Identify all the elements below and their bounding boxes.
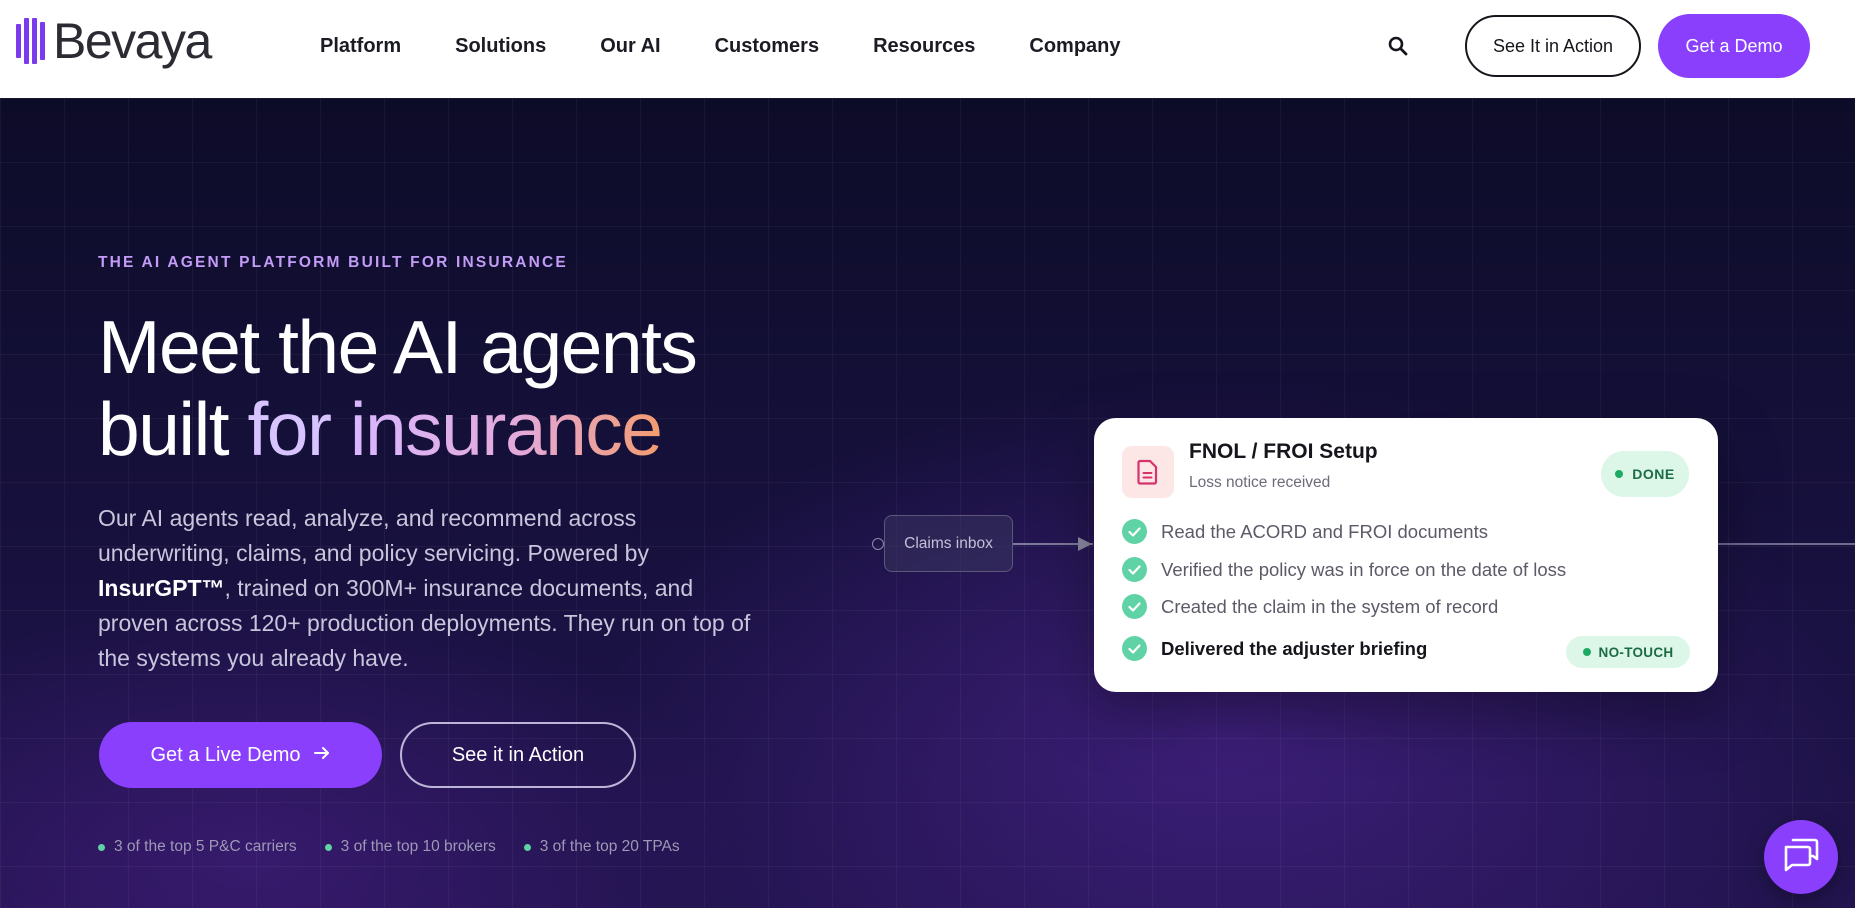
claims-inbox-node: Claims inbox: [884, 515, 1013, 572]
status-badge-label: DONE: [1632, 466, 1675, 482]
chat-widget-button[interactable]: [1764, 820, 1838, 894]
flow-connector-right: [1718, 543, 1855, 545]
no-touch-badge: NO-TOUCH: [1566, 636, 1690, 668]
stat-label: 3 of the top 5 P&C carriers: [114, 838, 297, 855]
stat-item: 3 of the top 20 TPAs: [523, 838, 680, 856]
headline-built: built: [98, 387, 248, 471]
stat-item: 3 of the top 10 brokers: [324, 838, 496, 856]
task-step: Created the claim in the system of recor…: [1122, 594, 1498, 619]
check-circle-icon: [1122, 557, 1147, 582]
nav-item-our-ai[interactable]: Our AI: [600, 35, 660, 58]
hero-eyebrow: THE AI AGENT PLATFORM BUILT FOR INSURANC…: [98, 254, 568, 271]
task-step-label: Created the claim in the system of recor…: [1161, 595, 1499, 617]
bullet-dot-icon: [523, 843, 531, 851]
flow-start-dot: [872, 538, 884, 550]
task-step-label: Delivered the adjuster briefing: [1161, 637, 1428, 659]
task-step-label: Verified the policy was in force on the …: [1161, 558, 1567, 580]
social-proof-stats: 3 of the top 5 P&C carriers 3 of the top…: [98, 838, 680, 856]
headline-line-1: Meet the AI agents: [98, 305, 698, 389]
search-icon[interactable]: [1387, 35, 1409, 57]
main-nav: Platform Solutions Our AI Customers Reso…: [320, 0, 1121, 92]
see-it-in-action-hero-button[interactable]: See it in Action: [400, 722, 636, 788]
task-step-label: Read the ACORD and FROI documents: [1161, 520, 1488, 542]
document-icon: [1122, 446, 1174, 498]
get-live-demo-button[interactable]: Get a Live Demo: [99, 722, 382, 788]
hero-description: Our AI agents read, analyze, and recomme…: [98, 501, 758, 676]
task-step-final: Delivered the adjuster briefing: [1122, 636, 1427, 661]
description-part-1: Our AI agents read, analyze, and recomme…: [98, 505, 649, 566]
nav-item-company[interactable]: Company: [1029, 35, 1120, 58]
card-subtitle: Loss notice received: [1189, 474, 1331, 491]
description-insurgpt: InsurGPT™: [98, 575, 225, 601]
headline-insurance: insurance: [349, 387, 663, 471]
stat-item: 3 of the top 5 P&C carriers: [98, 838, 297, 856]
task-step: Verified the policy was in force on the …: [1122, 557, 1566, 582]
task-step: Read the ACORD and FROI documents: [1122, 519, 1488, 544]
nav-item-platform[interactable]: Platform: [320, 35, 401, 58]
get-live-demo-label: Get a Live Demo: [150, 743, 301, 766]
nav-item-customers[interactable]: Customers: [715, 35, 819, 58]
card-title: FNOL / FROI Setup: [1189, 440, 1378, 463]
status-badge: DONE: [1601, 451, 1689, 497]
hero-section: THE AI AGENT PLATFORM BUILT FOR INSURANC…: [0, 98, 1855, 908]
get-a-demo-button[interactable]: Get a Demo: [1658, 14, 1810, 78]
status-dot-icon: [1582, 648, 1591, 656]
check-circle-icon: [1122, 594, 1147, 619]
check-circle-icon: [1122, 519, 1147, 544]
flow-arrow-icon: [1078, 537, 1092, 551]
logo-mark-icon: [16, 18, 45, 64]
site-header: Bevaya Platform Solutions Our AI Custome…: [0, 0, 1855, 98]
headline-line-2: built for insurance: [98, 388, 696, 470]
bullet-dot-icon: [98, 843, 105, 851]
fnol-task-card: FNOL / FROI Setup Loss notice received D…: [1094, 418, 1718, 692]
bullet-dot-icon: [324, 843, 332, 851]
headline-for: for: [247, 387, 350, 471]
no-touch-badge-label: NO-TOUCH: [1598, 644, 1674, 660]
nav-item-resources[interactable]: Resources: [873, 35, 975, 58]
check-circle-icon: [1122, 636, 1147, 661]
stat-label: 3 of the top 10 brokers: [340, 838, 496, 855]
chat-icon: [1782, 837, 1820, 878]
hero-headline: Meet the AI agents built for insurance: [98, 305, 698, 470]
status-dot-icon: [1615, 470, 1624, 478]
nav-item-solutions[interactable]: Solutions: [455, 35, 546, 58]
logo-text: Bevaya: [53, 13, 212, 69]
arrow-right-icon: [313, 744, 331, 767]
see-it-in-action-button[interactable]: See It in Action: [1465, 15, 1641, 77]
logo[interactable]: Bevaya: [16, 13, 212, 69]
stat-label: 3 of the top 20 TPAs: [539, 838, 680, 855]
